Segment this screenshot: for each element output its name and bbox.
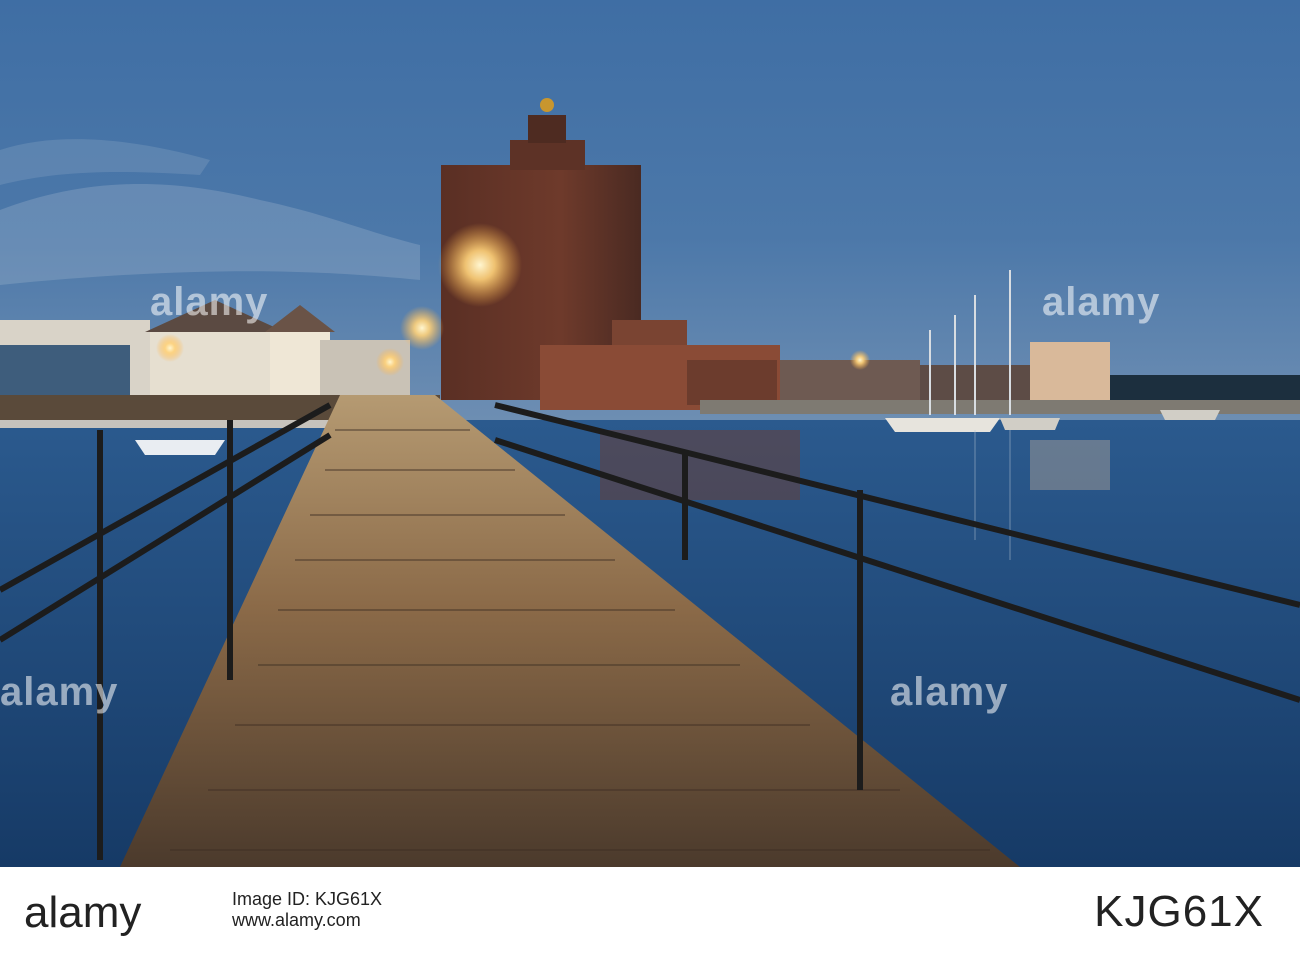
watermark-text: alamy (890, 670, 1009, 714)
footer-bar: alamy Image ID: KJG61X www.alamy.com KJG… (0, 867, 1300, 957)
boat (135, 440, 225, 455)
image-code: KJG61X (1094, 887, 1264, 936)
watermark-text: alamy (0, 670, 119, 714)
photo: alamy alamy alamy alamy (0, 0, 1300, 867)
footer-credit: Image ID: KJG61X www.alamy.com (232, 889, 382, 931)
reflection (1030, 440, 1110, 490)
svg-text:alamy: alamy (24, 888, 141, 937)
watermark-text: alamy (150, 280, 269, 324)
lamp-glow (850, 350, 870, 370)
lamp-glow (438, 223, 522, 307)
alamy-logo: alamy (24, 888, 141, 937)
lamp-glow (400, 306, 444, 350)
website-link[interactable]: www.alamy.com (232, 910, 382, 931)
lamp-glow (156, 334, 184, 362)
lamp-glow (376, 348, 404, 376)
harbour-photo (0, 0, 1300, 867)
watermark-text: alamy (1042, 280, 1161, 324)
image-id-label: Image ID: KJG61X (232, 889, 383, 909)
